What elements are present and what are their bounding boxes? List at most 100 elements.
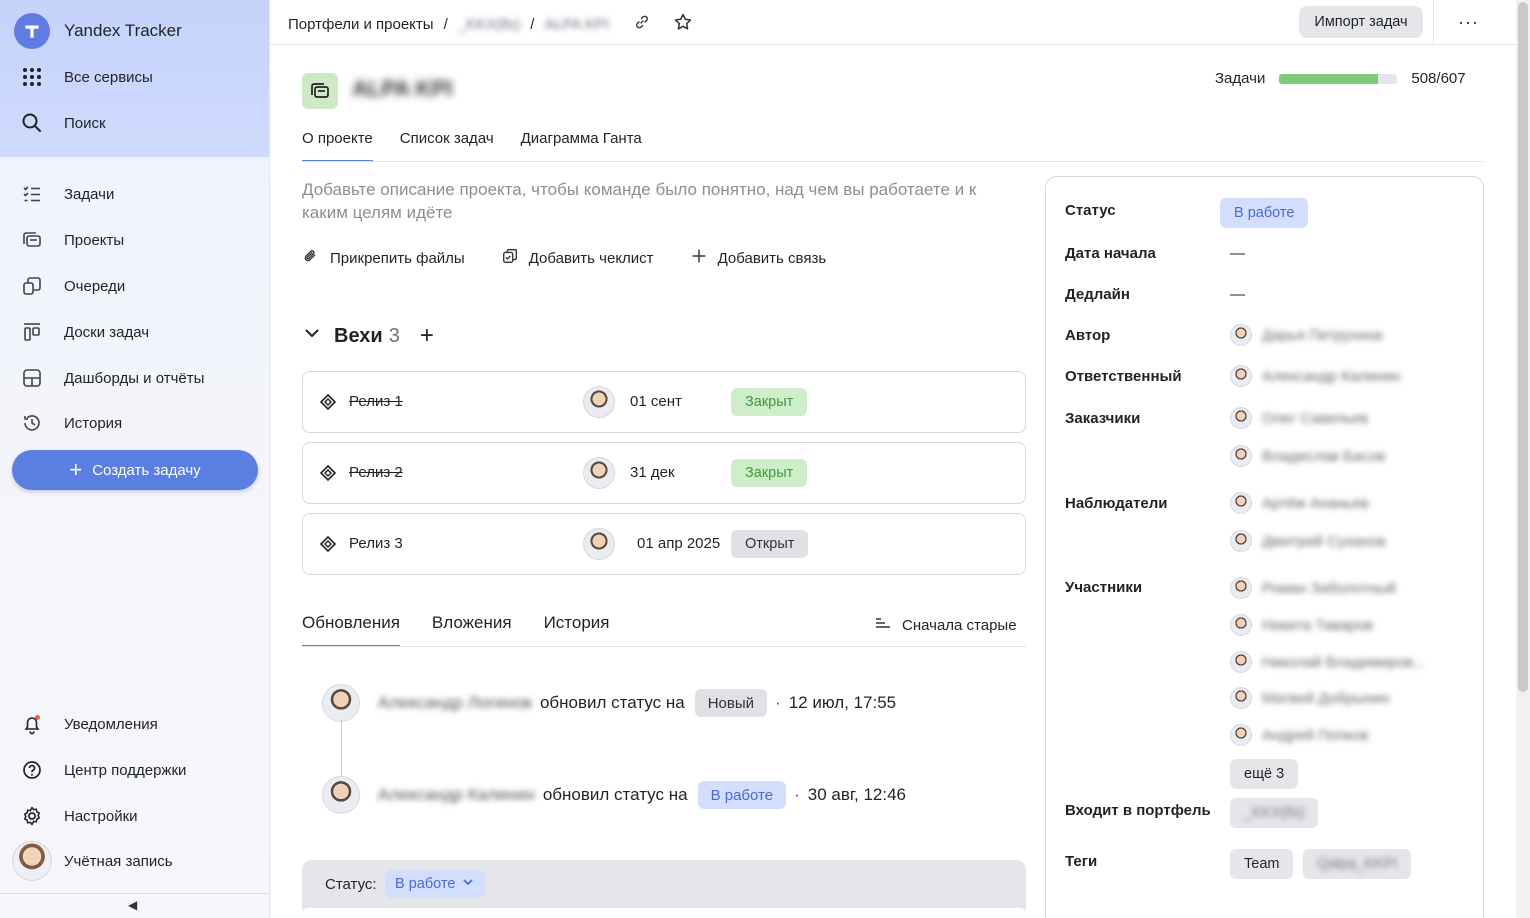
sidebar-item-account[interactable]: Учётная запись: [0, 841, 269, 881]
tasks-progress: Задачи 508/607: [1215, 70, 1466, 87]
status-dropdown[interactable]: В работе: [385, 870, 486, 898]
watcher-item[interactable]: Артём Ананьев: [1230, 492, 1369, 514]
project-icon: [302, 73, 338, 109]
more-menu-icon[interactable]: ···: [1458, 12, 1479, 33]
sidebar-item-settings[interactable]: Настройки: [0, 796, 269, 836]
avatar: [1230, 530, 1252, 552]
member-item[interactable]: Матвей Добрынин: [1230, 687, 1390, 709]
sidebar-divider: [0, 893, 269, 894]
status-comment-box: Статус: В работе: [302, 860, 1026, 918]
description-field[interactable]: Добавьте описание проекта, чтобы команде…: [302, 178, 1002, 224]
tab-about[interactable]: О проекте: [302, 130, 373, 162]
attach-files-button[interactable]: Прикрепить файлы: [302, 247, 465, 269]
breadcrumb-project: ALPA KPI: [544, 15, 610, 33]
tag-chip[interactable]: Team: [1230, 849, 1294, 879]
sidebar-item-label: Уведомления: [64, 715, 158, 733]
detail-label-status: Статус: [1065, 202, 1116, 219]
update-time: 30 авг, 12:46: [807, 785, 906, 804]
avatar: [1230, 614, 1252, 636]
sidebar-item-support[interactable]: Центр поддержки: [0, 750, 269, 790]
plus-icon: +: [69, 457, 83, 482]
status-badge: В работе: [697, 781, 787, 809]
update-author[interactable]: Александр Калинин: [378, 785, 535, 805]
sidebar-item-all-services[interactable]: Все сервисы: [0, 57, 269, 97]
milestones-title: Вехи: [334, 324, 383, 347]
app-logo-link[interactable]: Yandex Tracker: [0, 11, 269, 51]
status-badge: Закрыт: [731, 388, 808, 416]
user-name: Роман Заболотный: [1262, 579, 1397, 597]
milestone-card[interactable]: Релиз 1 01 сент Закрыт: [302, 371, 1026, 433]
sidebar-item-projects[interactable]: Проекты: [0, 220, 269, 260]
tab-gantt[interactable]: Диаграмма Ганта: [521, 130, 669, 162]
project-title: ALPA KPI: [352, 76, 453, 101]
milestone-card[interactable]: Релиз 3 01 апр 2025 Открыт: [302, 513, 1026, 575]
update-author[interactable]: Александр Логинов: [378, 693, 532, 713]
update-entry: Александр Калинин обновил статус на В ра…: [322, 776, 906, 814]
user-name: Артём Ананьев: [1262, 494, 1369, 512]
sidebar-item-search[interactable]: Поиск: [0, 103, 269, 143]
add-milestone-icon[interactable]: +: [420, 322, 434, 350]
sidebar-item-label: Учётная запись: [64, 852, 173, 870]
sidebar-item-tasks[interactable]: Задачи: [0, 174, 269, 214]
user-name: Александр Калинин: [1262, 367, 1401, 385]
comment-input[interactable]: [302, 908, 1026, 918]
sidebar-item-label: Настройки: [64, 807, 138, 825]
link-icon[interactable]: [633, 13, 651, 35]
member-item[interactable]: Никита Таваров: [1230, 614, 1373, 636]
avatar: [583, 457, 615, 489]
customer-item[interactable]: Владислав Басов: [1230, 445, 1385, 467]
collapse-sidebar-icon[interactable]: ◀: [128, 898, 137, 912]
user-name: Дмитрий Суханов: [1262, 532, 1386, 550]
add-link-button[interactable]: Добавить связь: [690, 247, 826, 269]
deadline-field[interactable]: —: [1230, 286, 1245, 303]
status-select[interactable]: В работе: [1220, 198, 1309, 228]
sidebar-item-label: Задачи: [64, 185, 115, 203]
milestone-card[interactable]: Релиз 2 31 дек Закрыт: [302, 442, 1026, 504]
milestone-date: 31 дек: [630, 464, 675, 481]
milestone-date: 01 апр 2025: [637, 535, 721, 552]
portfolio-chip[interactable]: _KKX(lls): [1230, 798, 1319, 828]
start-date-field[interactable]: —: [1230, 245, 1245, 262]
breadcrumb-root-link[interactable]: Портфели и проекты: [288, 16, 434, 33]
milestone-diamond-icon: [319, 464, 337, 486]
sidebar-item-notifications[interactable]: Уведомления: [0, 704, 269, 744]
add-checklist-button[interactable]: Добавить чеклист: [501, 247, 654, 269]
scrollbar-thumb[interactable]: [1518, 2, 1528, 692]
sidebar-item-dashboards[interactable]: Дашборды и отчёты: [0, 358, 269, 398]
watcher-item[interactable]: Дмитрий Суханов: [1230, 530, 1386, 552]
tasks-progress-bar: [1279, 73, 1398, 84]
member-item[interactable]: Андрей Попков: [1230, 724, 1369, 746]
member-item[interactable]: Роман Заболотный: [1230, 577, 1396, 599]
assignee-field[interactable]: Александр Калинин: [1230, 365, 1400, 387]
import-tasks-button[interactable]: Импорт задач: [1299, 6, 1423, 38]
star-icon[interactable]: [673, 12, 693, 36]
description-actions: Прикрепить файлы Добавить чеклист Добави…: [302, 247, 826, 269]
show-more-members-button[interactable]: ещё 3: [1230, 759, 1299, 789]
status-badge: Новый: [694, 689, 768, 717]
sidebar-item-label: Дашборды и отчёты: [64, 369, 205, 387]
customer-item[interactable]: Олег Савельев: [1230, 407, 1368, 429]
updates-tabs-divider: [302, 646, 1026, 647]
avatar: [1230, 407, 1252, 429]
tab-updates[interactable]: Обновления: [302, 613, 400, 647]
author-field[interactable]: Дарья Петрухина: [1230, 324, 1383, 346]
sidebar-item-history[interactable]: История: [0, 403, 269, 443]
member-item[interactable]: Николай Владимиров...: [1230, 651, 1426, 673]
breadcrumb-portfolio-link[interactable]: _KKX(lls): [458, 16, 521, 33]
tab-attachments[interactable]: Вложения: [432, 613, 512, 647]
detail-label-author: Автор: [1065, 327, 1111, 344]
tab-task-list[interactable]: Список задач: [400, 130, 521, 162]
tab-history[interactable]: История: [544, 613, 610, 647]
sort-order-button[interactable]: Сначала старые: [874, 614, 1017, 636]
sidebar-item-boards[interactable]: Доски задач: [0, 312, 269, 352]
breadcrumb-separator: /: [530, 15, 535, 33]
user-name: Никита Таваров: [1262, 616, 1373, 634]
detail-label-start: Дата начала: [1065, 245, 1156, 262]
avatar: [1230, 492, 1252, 514]
create-task-button[interactable]: + Создать задачу: [12, 450, 258, 490]
details-panel: Статус В работе Дата начала — Дедлайн — …: [1045, 176, 1484, 918]
tag-chip[interactable]: Qalpa_KKPI: [1303, 849, 1412, 879]
chevron-down-icon[interactable]: [302, 323, 322, 349]
boards-icon: [0, 321, 64, 343]
sidebar-item-queues[interactable]: Очереди: [0, 266, 269, 306]
